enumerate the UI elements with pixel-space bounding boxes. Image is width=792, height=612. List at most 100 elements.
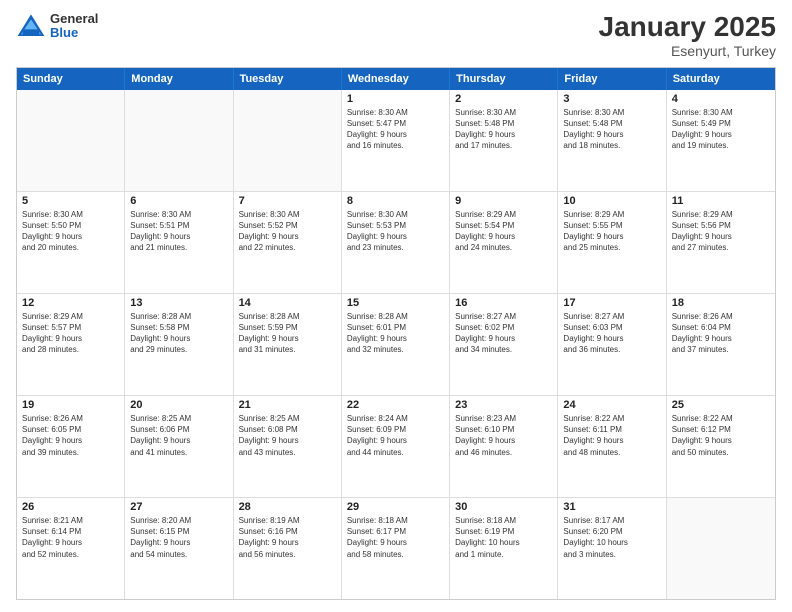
day-number: 8	[347, 195, 444, 207]
day-number: 17	[563, 297, 660, 309]
calendar-cell: 21 Sunrise: 8:25 AMSunset: 6:08 PMDayligh…	[234, 396, 342, 497]
day-number: 5	[22, 195, 119, 207]
calendar-cell: 29Sunrise: 8:18 AMSunset: 6:17 PMDayligh…	[342, 498, 450, 599]
day-number: 16	[455, 297, 552, 309]
cell-info: Sunrise: 8:28 AMSunset: 5:59 PMDaylight:…	[239, 311, 336, 356]
logo-line1: General	[50, 12, 98, 26]
day-number: 2	[455, 93, 552, 105]
logo-icon	[16, 12, 46, 40]
calendar-row: 12Sunrise: 8:29 AMSunset: 5:57 PMDayligh…	[17, 294, 775, 396]
day-number: 15	[347, 297, 444, 309]
calendar-cell: 19 Sunrise: 8:26 AMSunset: 6:05 PMDayligh…	[17, 396, 125, 497]
cell-info: Sunrise: 8:18 AMSunset: 6:19 PMDaylight:…	[455, 515, 552, 560]
cell-info: Sunrise: 8:30 AMSunset: 5:48 PMDaylight:…	[455, 107, 552, 152]
cell-info: Sunrise: 8:28 AMSunset: 6:01 PMDaylight:…	[347, 311, 444, 356]
calendar-cell: 15 Sunrise: 8:28 AMSunset: 6:01 PMDayligh…	[342, 294, 450, 395]
calendar-cell: 18 Sunrise: 8:26 AMSunset: 6:04 PMDayligh…	[667, 294, 775, 395]
header-sunday: Sunday	[17, 68, 125, 90]
cell-info: Sunrise: 8:26 AMSunset: 6:04 PMDaylight:…	[672, 311, 770, 356]
day-number: 18	[672, 297, 770, 309]
day-number: 20	[130, 399, 227, 411]
cell-info: Sunrise: 8:30 AMSunset: 5:50 PMDaylight:…	[22, 209, 119, 254]
calendar-cell: 6 Sunrise: 8:30 AMSunset: 5:51 PMDaylight…	[125, 192, 233, 293]
cell-info: Sunrise: 8:17 AMSunset: 6:20 PMDaylight:…	[563, 515, 660, 560]
calendar-cell: 7 Sunrise: 8:30 AMSunset: 5:52 PMDaylight…	[234, 192, 342, 293]
cell-info: Sunrise: 8:30 AMSunset: 5:48 PMDaylight:…	[563, 107, 660, 152]
calendar-cell	[17, 90, 125, 191]
cell-info: Sunrise: 8:25 AMSunset: 6:08 PMDaylight:…	[239, 413, 336, 458]
calendar-cell: 5 Sunrise: 8:30 AMSunset: 5:50 PMDaylight…	[17, 192, 125, 293]
cell-info: Sunrise: 8:22 AMSunset: 6:11 PMDaylight:…	[563, 413, 660, 458]
calendar-cell: 16Sunrise: 8:27 AMSunset: 6:02 PMDayligh…	[450, 294, 558, 395]
page: General Blue January 2025 Esenyurt, Turk…	[0, 0, 792, 612]
calendar-cell: 25Sunrise: 8:22 AMSunset: 6:12 PMDayligh…	[667, 396, 775, 497]
calendar-cell: 11Sunrise: 8:29 AMSunset: 5:56 PMDayligh…	[667, 192, 775, 293]
logo: General Blue	[16, 12, 98, 41]
calendar-row: 19 Sunrise: 8:26 AMSunset: 6:05 PMDayligh…	[17, 396, 775, 498]
day-number: 22	[347, 399, 444, 411]
day-number: 23	[455, 399, 552, 411]
cell-info: Sunrise: 8:29 AMSunset: 5:55 PMDaylight:…	[563, 209, 660, 254]
cell-info: Sunrise: 8:25 AMSunset: 6:06 PMDaylight:…	[130, 413, 227, 458]
cell-info: Sunrise: 8:27 AMSunset: 6:03 PMDaylight:…	[563, 311, 660, 356]
calendar-cell: 4 Sunrise: 8:30 AMSunset: 5:49 PMDaylight…	[667, 90, 775, 191]
cell-info: Sunrise: 8:30 AMSunset: 5:49 PMDaylight:…	[672, 107, 770, 152]
calendar-cell: 13Sunrise: 8:28 AMSunset: 5:58 PMDayligh…	[125, 294, 233, 395]
calendar-cell: 9Sunrise: 8:29 AMSunset: 5:54 PMDaylight…	[450, 192, 558, 293]
calendar-cell: 27 Sunrise: 8:20 AMSunset: 6:15 PMDayligh…	[125, 498, 233, 599]
cell-info: Sunrise: 8:26 AMSunset: 6:05 PMDaylight:…	[22, 413, 119, 458]
day-number: 25	[672, 399, 770, 411]
calendar-cell: 24 Sunrise: 8:22 AMSunset: 6:11 PMDayligh…	[558, 396, 666, 497]
day-number: 27	[130, 501, 227, 513]
cell-info: Sunrise: 8:24 AMSunset: 6:09 PMDaylight:…	[347, 413, 444, 458]
calendar-cell: 3 Sunrise: 8:30 AMSunset: 5:48 PMDaylight…	[558, 90, 666, 191]
logo-line2: Blue	[50, 26, 98, 40]
calendar-row: 26Sunrise: 8:21 AMSunset: 6:14 PMDayligh…	[17, 498, 775, 599]
day-number: 14	[239, 297, 336, 309]
header-monday: Monday	[125, 68, 233, 90]
cell-info: Sunrise: 8:30 AMSunset: 5:47 PMDaylight:…	[347, 107, 444, 152]
day-number: 12	[22, 297, 119, 309]
day-number: 7	[239, 195, 336, 207]
day-number: 11	[672, 195, 770, 207]
cell-info: Sunrise: 8:30 AMSunset: 5:51 PMDaylight:…	[130, 209, 227, 254]
day-number: 19	[22, 399, 119, 411]
calendar-title: January 2025	[599, 12, 776, 43]
calendar-cell: 28Sunrise: 8:19 AMSunset: 6:16 PMDayligh…	[234, 498, 342, 599]
title-block: January 2025 Esenyurt, Turkey	[599, 12, 776, 59]
calendar-cell: 22 Sunrise: 8:24 AMSunset: 6:09 PMDayligh…	[342, 396, 450, 497]
cell-info: Sunrise: 8:23 AMSunset: 6:10 PMDaylight:…	[455, 413, 552, 458]
calendar-cell: 23 Sunrise: 8:23 AMSunset: 6:10 PMDayligh…	[450, 396, 558, 497]
day-number: 31	[563, 501, 660, 513]
calendar-cell	[125, 90, 233, 191]
cell-info: Sunrise: 8:30 AMSunset: 5:52 PMDaylight:…	[239, 209, 336, 254]
header-thursday: Thursday	[450, 68, 558, 90]
calendar-cell: 10 Sunrise: 8:29 AMSunset: 5:55 PMDayligh…	[558, 192, 666, 293]
header-saturday: Saturday	[667, 68, 775, 90]
day-number: 21	[239, 399, 336, 411]
day-number: 26	[22, 501, 119, 513]
day-number: 10	[563, 195, 660, 207]
calendar-cell	[667, 498, 775, 599]
cell-info: Sunrise: 8:20 AMSunset: 6:15 PMDaylight:…	[130, 515, 227, 560]
day-number: 3	[563, 93, 660, 105]
day-number: 30	[455, 501, 552, 513]
cell-info: Sunrise: 8:29 AMSunset: 5:54 PMDaylight:…	[455, 209, 552, 254]
day-number: 29	[347, 501, 444, 513]
day-number: 4	[672, 93, 770, 105]
calendar-header: Sunday Monday Tuesday Wednesday Thursday…	[17, 68, 775, 90]
calendar-cell: 31 Sunrise: 8:17 AMSunset: 6:20 PMDayligh…	[558, 498, 666, 599]
logo-text: General Blue	[50, 12, 98, 41]
day-number: 24	[563, 399, 660, 411]
calendar-row: 1Sunrise: 8:30 AMSunset: 5:47 PMDaylight…	[17, 90, 775, 192]
day-number: 6	[130, 195, 227, 207]
header-friday: Friday	[558, 68, 666, 90]
calendar-cell: 1Sunrise: 8:30 AMSunset: 5:47 PMDaylight…	[342, 90, 450, 191]
calendar-cell	[234, 90, 342, 191]
cell-info: Sunrise: 8:30 AMSunset: 5:53 PMDaylight:…	[347, 209, 444, 254]
header-tuesday: Tuesday	[234, 68, 342, 90]
calendar-cell: 17 Sunrise: 8:27 AMSunset: 6:03 PMDayligh…	[558, 294, 666, 395]
cell-info: Sunrise: 8:19 AMSunset: 6:16 PMDaylight:…	[239, 515, 336, 560]
calendar-body: 1Sunrise: 8:30 AMSunset: 5:47 PMDaylight…	[17, 90, 775, 599]
header-wednesday: Wednesday	[342, 68, 450, 90]
